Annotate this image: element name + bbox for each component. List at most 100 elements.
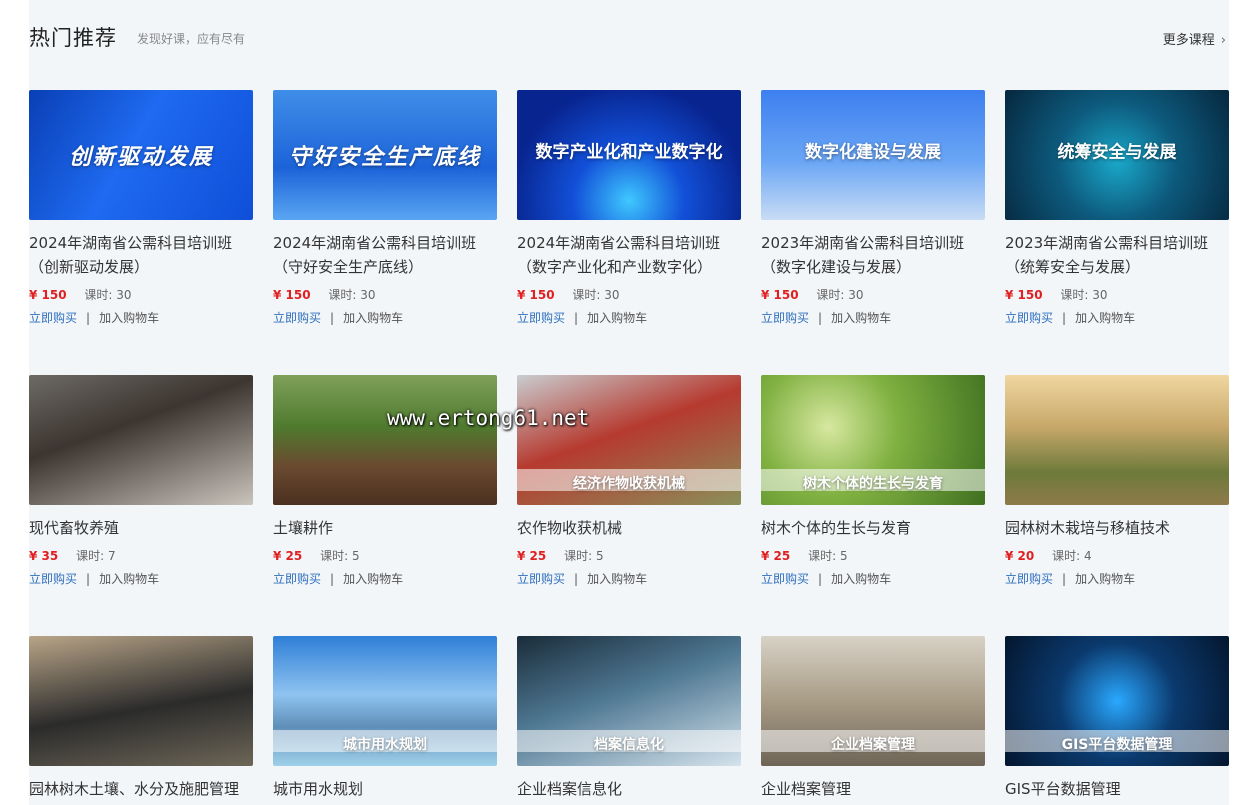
- course-title-line1: 2023年湖南省公需科目培训班: [761, 234, 965, 252]
- course-price: ¥ 150: [1005, 288, 1043, 302]
- add-to-cart-link[interactable]: 加入购物车: [343, 311, 403, 325]
- buy-now-link[interactable]: 立即购买: [273, 572, 321, 586]
- course-title-line2: （统筹安全与发展）: [1005, 258, 1141, 276]
- more-courses-link[interactable]: 更多课程 ›: [1163, 29, 1226, 48]
- action-separator: |: [86, 311, 91, 325]
- buy-now-link[interactable]: 立即购买: [517, 311, 565, 325]
- thumbnail-caption: 经济作物收获机械: [573, 476, 685, 492]
- buy-now-link[interactable]: 立即购买: [517, 572, 565, 586]
- buy-now-link[interactable]: 立即购买: [273, 311, 321, 325]
- course-title-line1: 园林树木栽培与移植技术: [1005, 519, 1171, 537]
- course-thumbnail[interactable]: 档案信息化: [517, 636, 741, 766]
- course-title-line1: 2024年湖南省公需科目培训班: [517, 234, 721, 252]
- thumbnail-caption: 档案信息化: [594, 737, 664, 753]
- course-title[interactable]: 2023年湖南省公需科目培训班 （数字化建设与发展）: [761, 231, 985, 279]
- add-to-cart-link[interactable]: 加入购物车: [587, 311, 647, 325]
- buy-now-link[interactable]: 立即购买: [1005, 311, 1053, 325]
- course-actions: 立即购买 | 加入购物车: [517, 309, 741, 326]
- course-card: 统筹安全与发展 2023年湖南省公需科目培训班 （统筹安全与发展） ¥ 150 …: [1005, 90, 1229, 326]
- course-actions: 立即购买 | 加入购物车: [29, 309, 253, 326]
- course-card: 数字化建设与发展 2023年湖南省公需科目培训班 （数字化建设与发展） ¥ 15…: [761, 90, 985, 326]
- course-title-line1: 城市用水规划: [273, 780, 364, 798]
- course-price: ¥ 25: [517, 549, 547, 563]
- add-to-cart-link[interactable]: 加入购物车: [587, 572, 647, 586]
- course-title[interactable]: 2024年湖南省公需科目培训班 （守好安全生产底线）: [273, 231, 497, 279]
- course-thumbnail[interactable]: GIS平台数据管理: [1005, 636, 1229, 766]
- thumbnail-caption: 企业档案管理: [831, 737, 915, 753]
- course-card: 园林树木栽培与移植技术 ¥ 20 课时: 4 立即购买 | 加入购物车: [1005, 375, 1229, 587]
- course-card: 创新驱动发展 2024年湖南省公需科目培训班 （创新驱动发展） ¥ 150 课时…: [29, 90, 253, 326]
- course-thumbnail[interactable]: 经济作物收获机械: [517, 375, 741, 505]
- add-to-cart-link[interactable]: 加入购物车: [99, 311, 159, 325]
- course-hours-label: 课时:: [76, 549, 105, 563]
- action-separator: |: [1062, 572, 1067, 586]
- course-thumbnail[interactable]: 统筹安全与发展: [1005, 90, 1229, 220]
- course-title[interactable]: 现代畜牧养殖: [29, 516, 253, 540]
- course-title[interactable]: 土壤耕作: [273, 516, 497, 540]
- course-title[interactable]: 园林树木栽培与移植技术: [1005, 516, 1229, 540]
- course-title[interactable]: 企业档案管理: [761, 777, 985, 801]
- course-thumbnail[interactable]: 数字化建设与发展: [761, 90, 985, 220]
- buy-now-link[interactable]: 立即购买: [29, 311, 77, 325]
- course-thumbnail[interactable]: 数字产业化和产业数字化: [517, 90, 741, 220]
- course-hours: 30: [1092, 288, 1108, 302]
- course-actions: 立即购买 | 加入购物车: [29, 570, 253, 587]
- thumbnail-caption: 创新驱动发展: [68, 144, 213, 170]
- course-thumbnail[interactable]: 守好安全生产底线: [273, 90, 497, 220]
- course-hours: 5: [595, 549, 604, 563]
- course-thumbnail[interactable]: 城市用水规划: [273, 636, 497, 766]
- course-thumbnail[interactable]: [273, 375, 497, 505]
- course-hours: 7: [107, 549, 116, 563]
- add-to-cart-link[interactable]: 加入购物车: [343, 572, 403, 586]
- add-to-cart-link[interactable]: 加入购物车: [831, 572, 891, 586]
- action-separator: |: [1062, 311, 1067, 325]
- course-thumbnail[interactable]: 树木个体的生长与发育: [761, 375, 985, 505]
- course-thumbnail[interactable]: [29, 375, 253, 505]
- course-title[interactable]: GIS平台数据管理: [1005, 777, 1229, 801]
- course-title[interactable]: 城市用水规划: [273, 777, 497, 801]
- watermark: www.ertong61.net: [387, 406, 590, 430]
- course-meta: ¥ 20 课时: 4: [1005, 547, 1229, 563]
- course-price: ¥ 150: [273, 288, 311, 302]
- course-thumbnail[interactable]: 企业档案管理: [761, 636, 985, 766]
- course-price: ¥ 25: [273, 549, 303, 563]
- add-to-cart-link[interactable]: 加入购物车: [1075, 572, 1135, 586]
- add-to-cart-link[interactable]: 加入购物车: [1075, 311, 1135, 325]
- course-title-line1: 2024年湖南省公需科目培训班: [273, 234, 477, 252]
- course-title-line1: GIS平台数据管理: [1005, 780, 1121, 798]
- buy-now-link[interactable]: 立即购买: [29, 572, 77, 586]
- course-title-line2: （创新驱动发展）: [29, 258, 150, 276]
- course-title[interactable]: 2023年湖南省公需科目培训班 （统筹安全与发展）: [1005, 231, 1229, 279]
- section-subtitle: 发现好课，应有尽有: [137, 32, 246, 46]
- course-title-line1: 2023年湖南省公需科目培训班: [1005, 234, 1209, 252]
- course-actions: 立即购买 | 加入购物车: [273, 570, 497, 587]
- action-separator: |: [574, 311, 579, 325]
- course-card: 档案信息化 企业档案信息化: [517, 636, 741, 801]
- buy-now-link[interactable]: 立即购买: [1005, 572, 1053, 586]
- course-price: ¥ 150: [29, 288, 67, 302]
- course-title[interactable]: 园林树木土壤、水分及施肥管理: [29, 777, 253, 801]
- course-meta: ¥ 150 课时: 30: [273, 286, 497, 302]
- course-title[interactable]: 2024年湖南省公需科目培训班 （创新驱动发展）: [29, 231, 253, 279]
- section-title: 热门推荐: [29, 26, 117, 50]
- action-separator: |: [818, 311, 823, 325]
- add-to-cart-link[interactable]: 加入购物车: [99, 572, 159, 586]
- course-hours-label: 课时:: [564, 549, 593, 563]
- course-title[interactable]: 2024年湖南省公需科目培训班 （数字产业化和产业数字化）: [517, 231, 741, 279]
- action-separator: |: [574, 572, 579, 586]
- course-title[interactable]: 树木个体的生长与发育: [761, 516, 985, 540]
- thumbnail-caption: GIS平台数据管理: [1061, 737, 1173, 753]
- course-thumbnail[interactable]: [1005, 375, 1229, 505]
- buy-now-link[interactable]: 立即购买: [761, 311, 809, 325]
- course-title-line1: 土壤耕作: [273, 519, 334, 537]
- course-title[interactable]: 企业档案信息化: [517, 777, 741, 801]
- course-title-line1: 园林树木土壤、水分及施肥管理: [29, 780, 240, 798]
- course-meta: ¥ 25 课时: 5: [273, 547, 497, 563]
- course-thumbnail[interactable]: [29, 636, 253, 766]
- course-thumbnail[interactable]: 创新驱动发展: [29, 90, 253, 220]
- buy-now-link[interactable]: 立即购买: [761, 572, 809, 586]
- thumbnail-caption: 数字化建设与发展: [805, 142, 941, 163]
- course-hours-label: 课时:: [808, 549, 837, 563]
- course-title[interactable]: 农作物收获机械: [517, 516, 741, 540]
- add-to-cart-link[interactable]: 加入购物车: [831, 311, 891, 325]
